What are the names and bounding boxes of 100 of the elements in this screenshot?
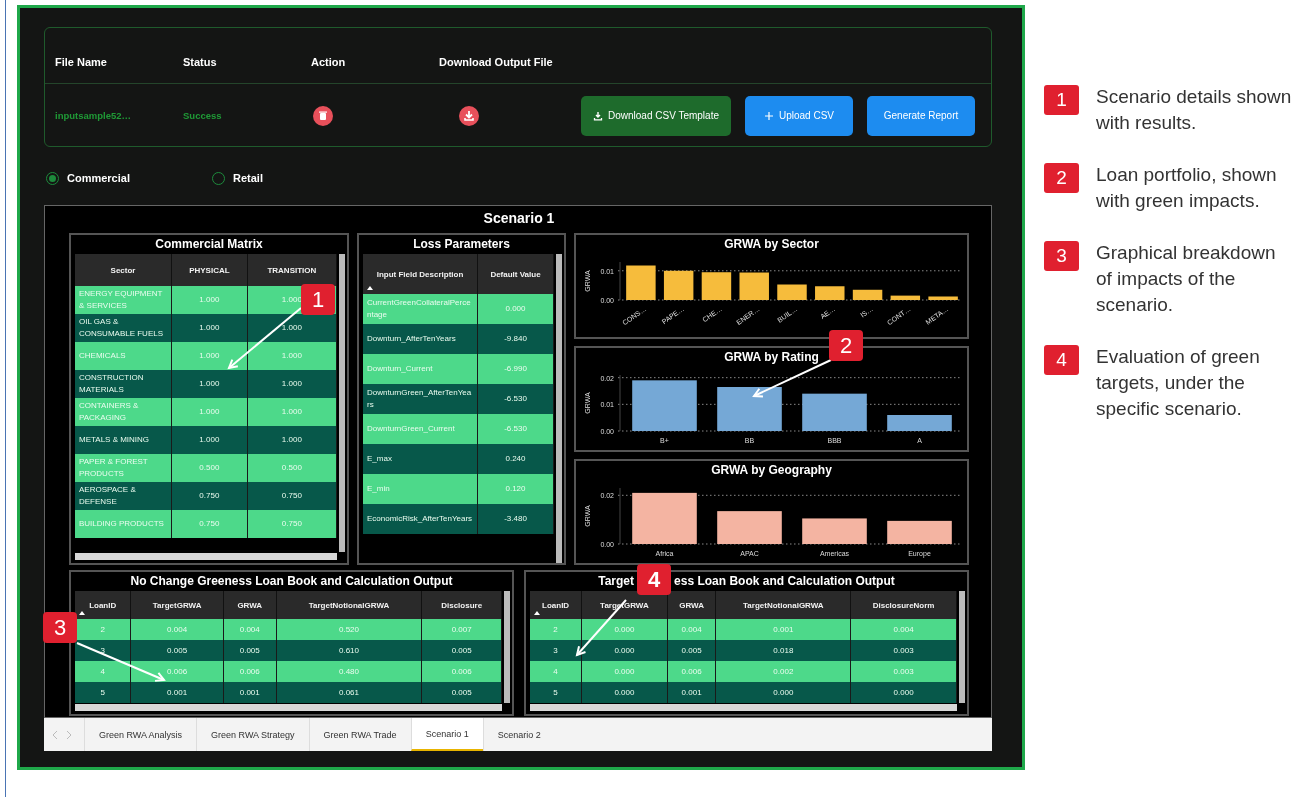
table-cell: 0.007: [421, 619, 502, 640]
table-cell: 3: [530, 640, 582, 661]
table-cell: 1.000: [247, 370, 337, 398]
table-cell: 0.500: [247, 454, 337, 482]
report-title: Scenario 1: [482, 209, 556, 228]
column-header: Action: [311, 55, 347, 70]
table-cell: Downturn_Current: [363, 354, 478, 384]
table-cell: 3: [75, 640, 131, 661]
legend-text: Scenario details shown with results.: [1096, 85, 1293, 135]
column-header[interactable]: GRWA: [667, 591, 716, 619]
panel-title: Loss Parameters: [412, 236, 511, 253]
legend-text: Evaluation of green targets, under the specific scenario.: [1096, 345, 1261, 421]
table-cell: 5: [75, 682, 131, 703]
table-cell: 0.005: [223, 640, 277, 661]
column-header[interactable]: TRANSITION: [247, 254, 337, 286]
table-cell: 1.000: [171, 342, 248, 370]
panel-title: Commercial Matrix: [154, 236, 264, 253]
table-cell: 0.000: [581, 619, 668, 640]
table-cell: 1.000: [247, 342, 337, 370]
table-cell: 0.004: [130, 619, 224, 640]
column-header: Status: [183, 55, 218, 70]
table-cell: 0.001: [130, 682, 224, 703]
table-cell: 0.000: [850, 682, 957, 703]
chart-title: GRWA by Sector: [723, 236, 820, 253]
column-header[interactable]: TargetGRWA: [130, 591, 224, 619]
table-cell: 0.004: [850, 619, 957, 640]
table-cell: 0.480: [276, 661, 422, 682]
column-header[interactable]: PHYSICAL: [171, 254, 248, 286]
table-cell: 2: [75, 619, 131, 640]
table-cell: DownturnGreen_AfterTenYears: [363, 384, 478, 414]
page-tab[interactable]: Scenario 1: [410, 718, 483, 751]
number-badge: 1: [1044, 85, 1079, 115]
column-header[interactable]: Default Value: [477, 254, 554, 294]
table-cell: 0.120: [477, 474, 554, 504]
panel-title: ess Loan Book and Calculation Output: [674, 573, 895, 590]
column-header[interactable]: Input Field Description: [363, 254, 478, 294]
table-cell: -6.990: [477, 354, 554, 384]
table-cell: OIL GAS & CONSUMABLE FUELS: [75, 314, 172, 342]
table-cell: EconomicRisk_AfterTenYears: [363, 504, 478, 534]
table-cell: 0.520: [276, 619, 422, 640]
table-cell: 0.500: [171, 454, 248, 482]
column-header: Download Output File: [439, 55, 554, 70]
table-cell: 0.750: [247, 482, 337, 510]
panel-title: Target: [598, 573, 635, 590]
table-cell: E_min: [363, 474, 478, 504]
table-cell: 1.000: [247, 398, 337, 426]
table-cell: 0.006: [421, 661, 502, 682]
callout-badge: 1: [301, 284, 335, 315]
column-header[interactable]: TargetNotionalGRWA: [716, 591, 851, 619]
table-cell: 2: [530, 619, 582, 640]
table-cell: 0.001: [223, 682, 277, 703]
number-badge: 3: [1044, 241, 1079, 271]
table-cell: Downturn_AfterTenYears: [363, 324, 478, 354]
radio-label[interactable]: Commercial: [67, 172, 130, 184]
table-cell: 0.750: [171, 510, 248, 538]
number-badge: 4: [1044, 345, 1079, 375]
table-cell: DownturnGreen_Current: [363, 414, 478, 444]
table-cell: 0.000: [581, 640, 668, 661]
callout-badge: 4: [637, 564, 672, 595]
column-header[interactable]: GRWA: [223, 591, 277, 619]
table-cell: CONSTRUCTION MATERIALS: [75, 370, 172, 398]
column-header[interactable]: Sector: [75, 254, 172, 286]
table-cell: E_max: [363, 444, 478, 474]
table-cell: 5: [530, 682, 582, 703]
table-cell: 0.005: [421, 640, 502, 661]
chart-title: GRWA by Geography: [710, 462, 833, 479]
table-cell: 1.000: [171, 370, 248, 398]
table-cell: -6.530: [477, 414, 554, 444]
status-text: Success: [183, 110, 223, 121]
table-cell: 0.001: [667, 682, 716, 703]
panel-title: No Change Greeness Loan Book and Calculation Output: [130, 573, 453, 590]
table-cell: 0.005: [130, 640, 224, 661]
column-header[interactable]: DisclosureNorm: [850, 591, 957, 619]
table-cell: 0.006: [667, 661, 716, 682]
column-header[interactable]: LoanID: [75, 591, 131, 619]
column-header[interactable]: LoanID: [530, 591, 582, 619]
table-cell: 1.000: [247, 426, 337, 454]
table-cell: 1.000: [171, 286, 248, 314]
column-header[interactable]: Disclosure: [421, 591, 502, 619]
number-badge: 2: [1044, 163, 1079, 193]
table-cell: 0.000: [581, 661, 668, 682]
table-cell: 1.000: [171, 314, 248, 342]
table-cell: 0.004: [223, 619, 277, 640]
column-header: File Name: [55, 55, 108, 70]
table-cell: AEROSPACE & DEFENSE: [75, 482, 172, 510]
action-button[interactable]: Download CSV Template: [581, 95, 731, 136]
table-cell: 0.004: [667, 619, 716, 640]
radio-label[interactable]: Retail: [233, 172, 263, 184]
table-cell: 1.000: [171, 426, 248, 454]
table-cell: 0.061: [276, 682, 422, 703]
table-cell: -9.840: [477, 324, 554, 354]
column-header[interactable]: TargetNotionalGRWA: [276, 591, 422, 619]
table-cell: ENERGY EQUIPMENT & SERVICES: [75, 286, 172, 314]
table-cell: 0.002: [716, 661, 851, 682]
table-cell: 0.750: [247, 510, 337, 538]
table-cell: CHEMICALS: [75, 342, 172, 370]
legend-text: Loan portfolio, shown with green impacts.: [1096, 163, 1278, 213]
table-cell: 0.000: [716, 682, 851, 703]
table-cell: METALS & MINING: [75, 426, 172, 454]
callout-badge: 2: [829, 330, 863, 361]
